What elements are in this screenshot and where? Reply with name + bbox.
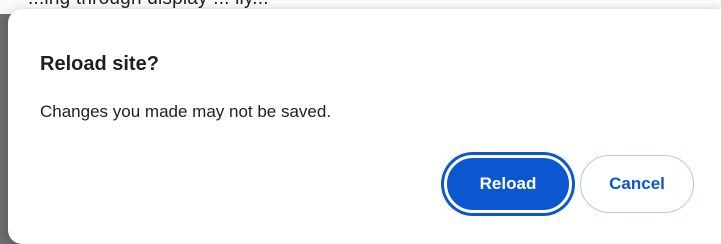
reload-site-dialog: Reload site? Changes you made may not be… — [8, 9, 721, 244]
dialog-message: Changes you made may not be saved. — [40, 102, 332, 121]
dialog-title: Reload site? — [40, 53, 159, 75]
reload-button[interactable]: Reload — [444, 155, 572, 213]
cancel-button[interactable]: Cancel — [580, 155, 694, 213]
